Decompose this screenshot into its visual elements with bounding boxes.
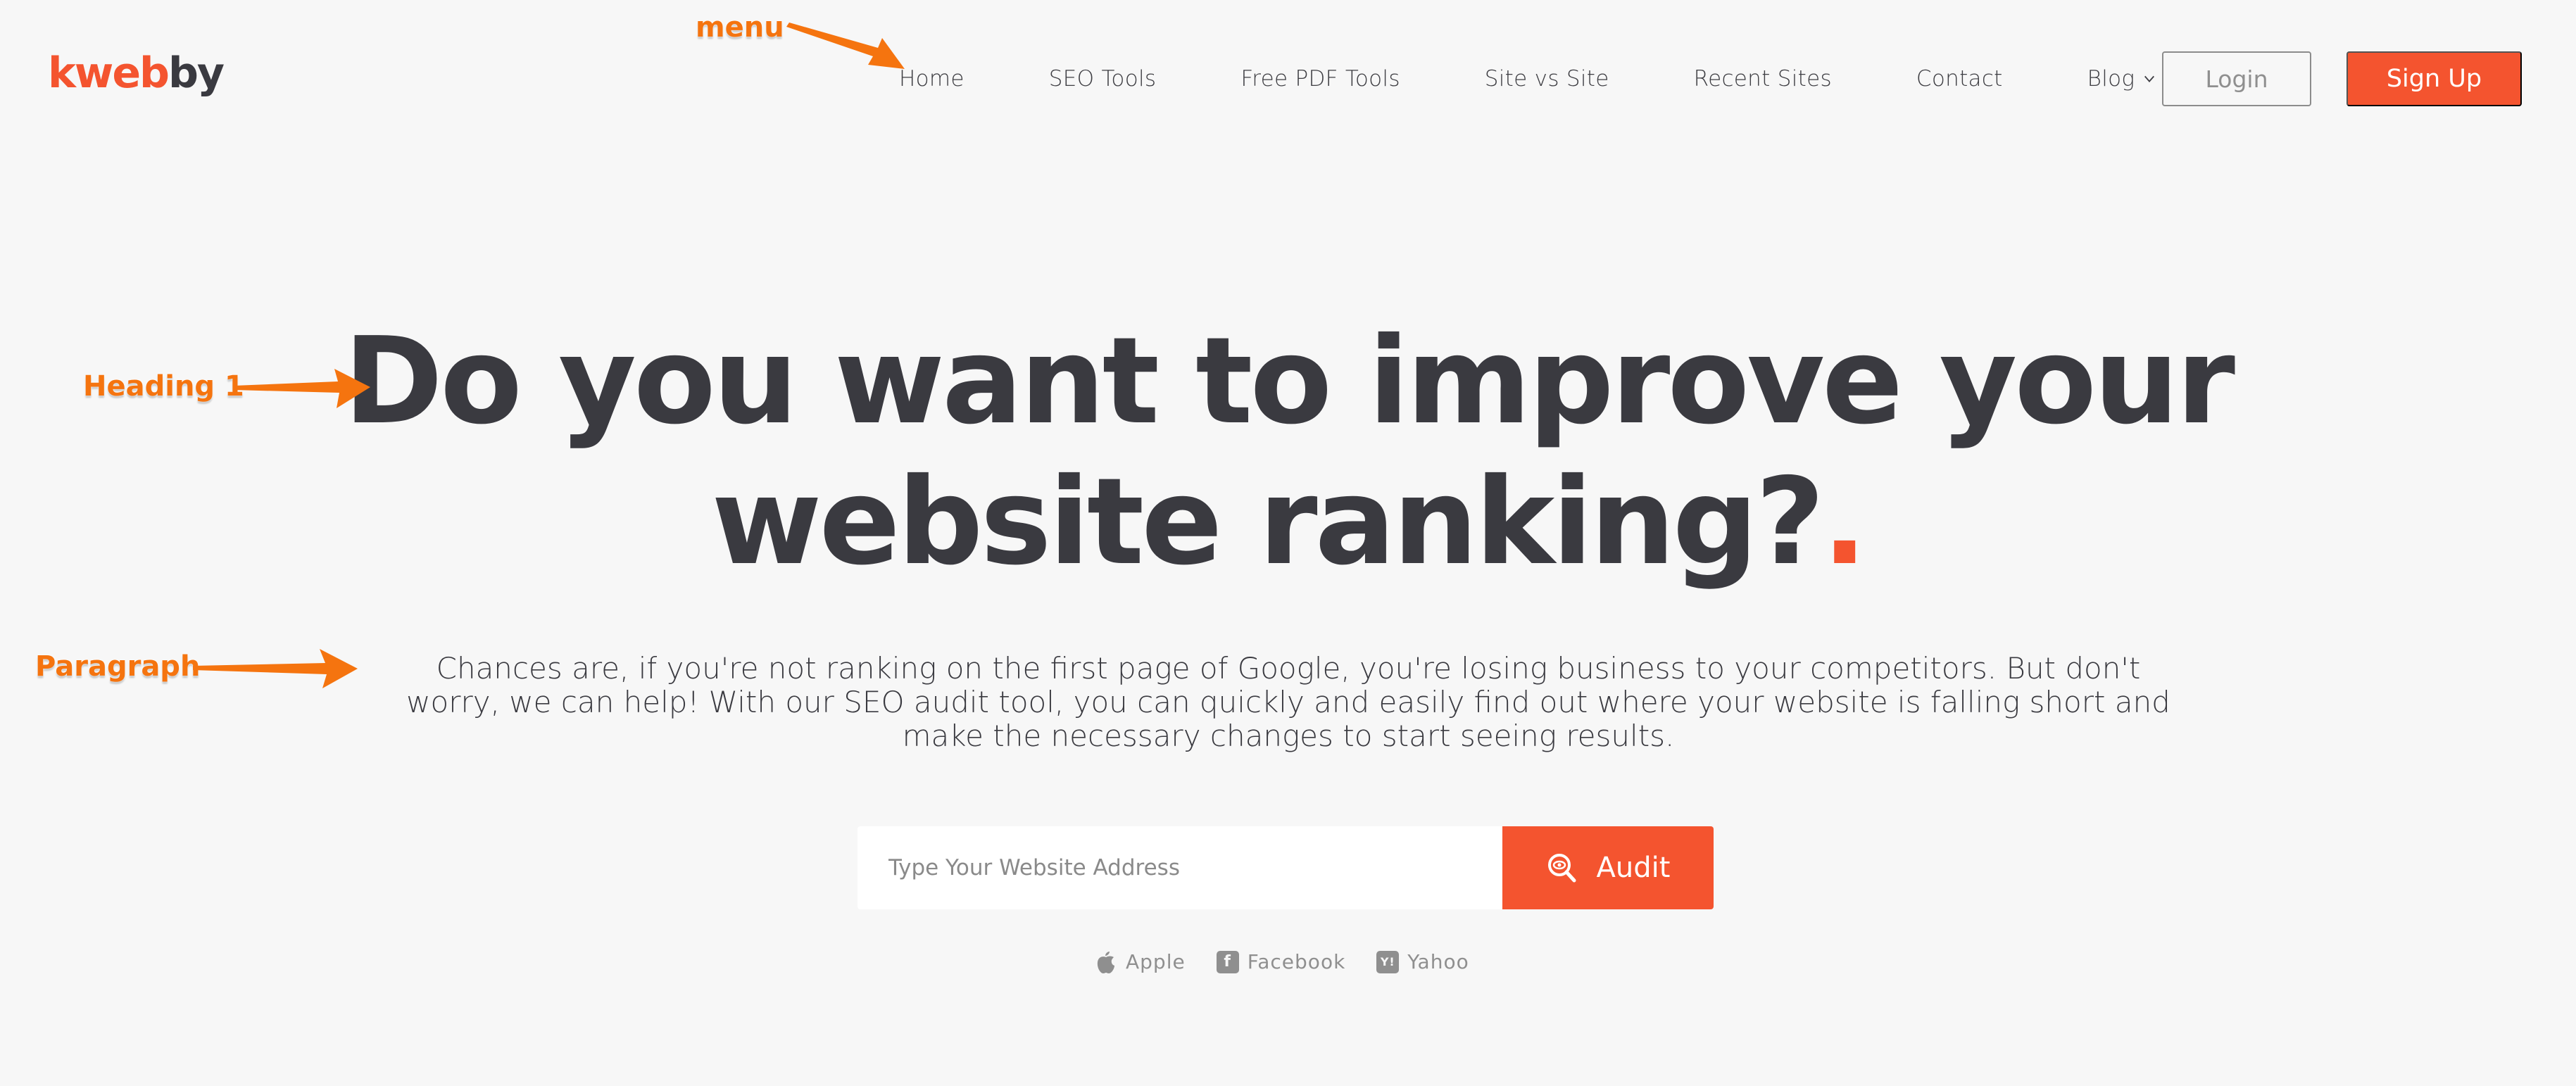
hero-paragraph: Chances are, if you're not ranking on th… [406, 651, 2170, 753]
nav-seo-tools[interactable]: SEO Tools [1049, 66, 1157, 91]
logo-k: k [48, 49, 76, 98]
apple-icon [1095, 951, 1117, 973]
nav-home[interactable]: Home [899, 66, 965, 91]
nav-contact[interactable]: Contact [1916, 66, 2003, 91]
accent-dot: . [1821, 453, 1868, 592]
nav-recent-sites[interactable]: Recent Sites [1694, 66, 1832, 91]
annotation-menu-arrow-icon [786, 23, 905, 69]
hero-heading-line1: Do you want to improve your [344, 312, 2235, 451]
brand-facebook: f Facebook [1216, 950, 1346, 973]
hero-heading-line2: website ranking? [711, 453, 1824, 592]
annotation-heading-label: Heading 1 [83, 370, 244, 403]
audit-button[interactable]: Audit [1502, 826, 1714, 909]
hero-heading: Do you want to improve your website rank… [0, 311, 2576, 593]
annotation-paragraph-arrow-icon [193, 649, 358, 688]
search-eye-icon [1547, 854, 1576, 883]
audit-form: Audit [857, 826, 1714, 909]
brand-apple-label: Apple [1126, 950, 1186, 973]
brand-apple: Apple [1095, 950, 1186, 973]
brand-facebook-label: Facebook [1247, 950, 1346, 973]
kwebby-logo[interactable]: kwebby [48, 52, 225, 94]
brand-yahoo: Y! Yahoo [1376, 950, 1469, 973]
annotation-paragraph-label: Paragraph [35, 650, 201, 683]
nav-blog-label: Blog [2087, 66, 2135, 91]
website-address-input[interactable] [857, 826, 1502, 909]
nav-blog[interactable]: Blog [2087, 66, 2156, 91]
logo-web: web [74, 49, 170, 98]
facebook-icon: f [1216, 950, 1239, 973]
annotation-menu-label: menu [696, 11, 784, 44]
brand-list: Apple f Facebook Y! Yahoo [1095, 950, 1469, 973]
chevron-down-icon [2144, 75, 2155, 82]
brand-yahoo-label: Yahoo [1407, 950, 1469, 973]
yahoo-icon: Y! [1376, 950, 1400, 973]
login-button[interactable]: Login [2162, 51, 2311, 106]
nav-site-vs-site[interactable]: Site vs Site [1485, 66, 1609, 91]
annotation-heading-arrow-icon [234, 369, 370, 408]
nav-free-pdf-tools[interactable]: Free PDF Tools [1240, 66, 1400, 91]
main-menu: Home SEO Tools Free PDF Tools Site vs Si… [899, 51, 2198, 107]
signup-button[interactable]: Sign Up [2346, 51, 2522, 106]
audit-button-label: Audit [1596, 852, 1671, 884]
logo-by: by [168, 49, 225, 98]
